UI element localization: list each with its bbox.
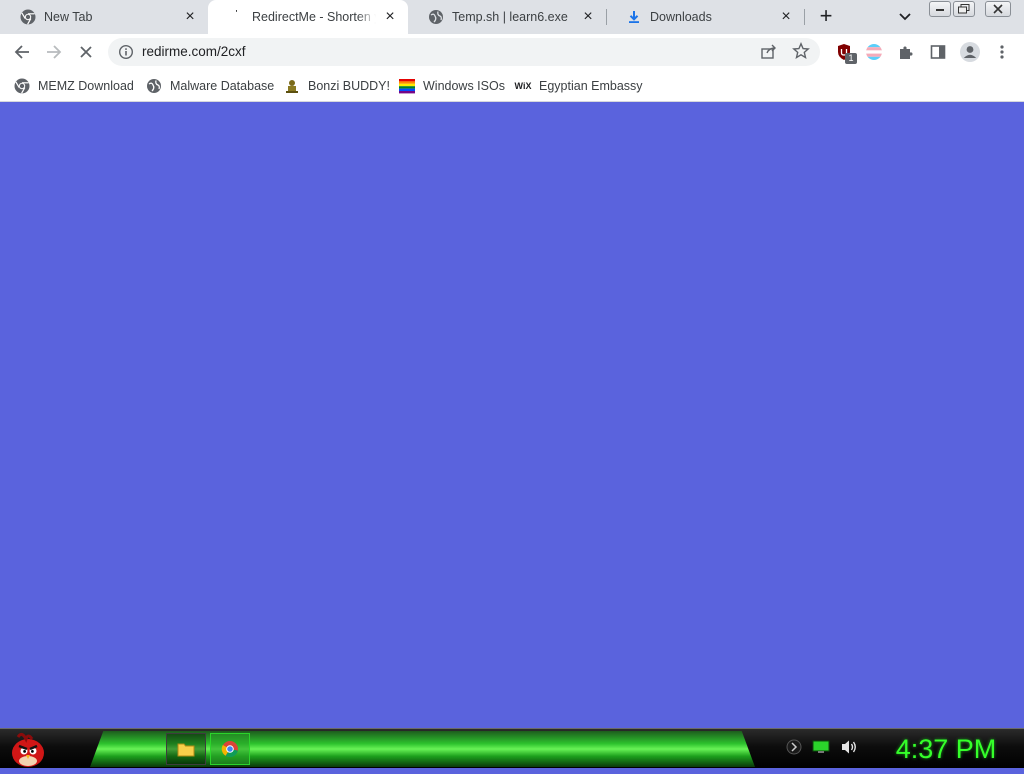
- loading-icon: [228, 9, 244, 25]
- chrome-icon: [20, 9, 36, 25]
- tab-title: Downloads: [650, 10, 712, 24]
- star-icon[interactable]: [792, 42, 810, 65]
- tab-search-chevron-icon[interactable]: [894, 6, 916, 28]
- close-tab-icon[interactable]: ×: [778, 9, 794, 25]
- arrow-left-icon: [14, 45, 29, 59]
- side-panel-button[interactable]: [924, 38, 952, 66]
- trans-flag-extension-button[interactable]: [860, 38, 888, 66]
- kebab-menu-icon: [1000, 45, 1004, 59]
- taskbar-file-explorer[interactable]: [166, 733, 206, 765]
- globe-icon: [428, 9, 444, 25]
- close-icon: [80, 46, 92, 58]
- extension-badge: 1: [845, 53, 857, 64]
- info-icon[interactable]: [118, 44, 134, 60]
- avatar-icon: [960, 42, 980, 62]
- bookmark-label: Windows ISOs: [423, 79, 505, 93]
- bookmark-bonzi-buddy[interactable]: Bonzi BUDDY!: [284, 75, 390, 97]
- bookmark-label: MEMZ Download: [38, 79, 134, 93]
- bookmark-label: Bonzi BUDDY!: [308, 79, 390, 93]
- bookmark-label: Malware Database: [170, 79, 275, 93]
- side-panel-icon: [930, 45, 946, 59]
- chrome-icon: [221, 741, 238, 758]
- share-icon[interactable]: [760, 43, 778, 66]
- tab-separator: [804, 9, 805, 25]
- network-toggle-icon[interactable]: [786, 739, 802, 760]
- taskbar-clock[interactable]: 4:37 PM: [876, 731, 1016, 767]
- system-tray: [786, 739, 858, 760]
- chrome-icon: [14, 78, 30, 94]
- bookmark-label: Egyptian Embassy: [539, 79, 643, 93]
- close-window-button[interactable]: [985, 1, 1011, 17]
- stop-button[interactable]: [72, 38, 100, 66]
- tab-title: RedirectMe - Shorten your: [252, 10, 376, 24]
- globe-icon: [146, 78, 162, 94]
- browser-window: New Tab × RedirectMe - Shorten your × Te…: [0, 0, 1024, 728]
- arrow-right-icon: [47, 45, 62, 59]
- url-text[interactable]: redirme.com/2cxf: [142, 44, 246, 59]
- menu-button[interactable]: [988, 38, 1016, 66]
- tab-new-tab[interactable]: New Tab ×: [0, 0, 208, 34]
- angry-bird-icon: [12, 732, 44, 767]
- toolbar: redirme.com/2cxf 1: [0, 34, 1024, 70]
- tab-strip: New Tab × RedirectMe - Shorten your × Te…: [0, 0, 1024, 34]
- bonzi-icon: [284, 78, 300, 94]
- ublock-extension-button[interactable]: 1: [830, 38, 858, 66]
- taskbar: 4:37 PM: [0, 728, 1024, 768]
- file-explorer-icon: [177, 743, 195, 757]
- tab-title: Temp.sh | learn6.exe: [452, 10, 568, 24]
- close-tab-icon[interactable]: ×: [580, 9, 596, 25]
- back-button[interactable]: [8, 38, 36, 66]
- trans-flag-icon: [866, 44, 882, 60]
- volume-icon[interactable]: [840, 739, 858, 760]
- bookmark-malware-database[interactable]: Malware Database: [146, 75, 274, 97]
- taskbar-chrome[interactable]: [210, 733, 250, 765]
- new-tab-button[interactable]: +: [814, 5, 838, 29]
- restore-button[interactable]: [953, 1, 975, 17]
- puzzle-icon: [900, 46, 913, 59]
- tab-title: New Tab: [44, 10, 93, 24]
- address-bar[interactable]: redirme.com/2cxf: [108, 38, 820, 66]
- close-tab-icon[interactable]: ×: [182, 9, 198, 25]
- download-icon: [626, 9, 642, 25]
- extensions-button[interactable]: [892, 38, 920, 66]
- profile-button[interactable]: [956, 38, 984, 66]
- bookmark-memz-download[interactable]: MEMZ Download: [14, 75, 134, 97]
- bookmark-egyptian-embassy[interactable]: WiX Egyptian Embassy: [515, 75, 643, 97]
- monitor-icon[interactable]: [812, 740, 830, 759]
- wix-icon: WiX: [514, 81, 532, 91]
- tab-downloads[interactable]: Downloads ×: [606, 0, 804, 34]
- forward-button[interactable]: [40, 38, 68, 66]
- bookmark-windows-isos[interactable]: Windows ISOs: [399, 75, 505, 97]
- tab-redirectme[interactable]: RedirectMe - Shorten your ×: [208, 0, 408, 34]
- page-content[interactable]: [0, 103, 1024, 728]
- bookmarks-bar: MEMZ Download Malware Database Bonzi BUD…: [0, 70, 1024, 102]
- tab-temp-sh[interactable]: Temp.sh | learn6.exe ×: [408, 0, 606, 34]
- start-button[interactable]: [6, 729, 48, 769]
- close-tab-icon[interactable]: ×: [382, 9, 398, 25]
- minimize-button[interactable]: [929, 1, 951, 17]
- rainbow-flag-icon: [399, 78, 415, 94]
